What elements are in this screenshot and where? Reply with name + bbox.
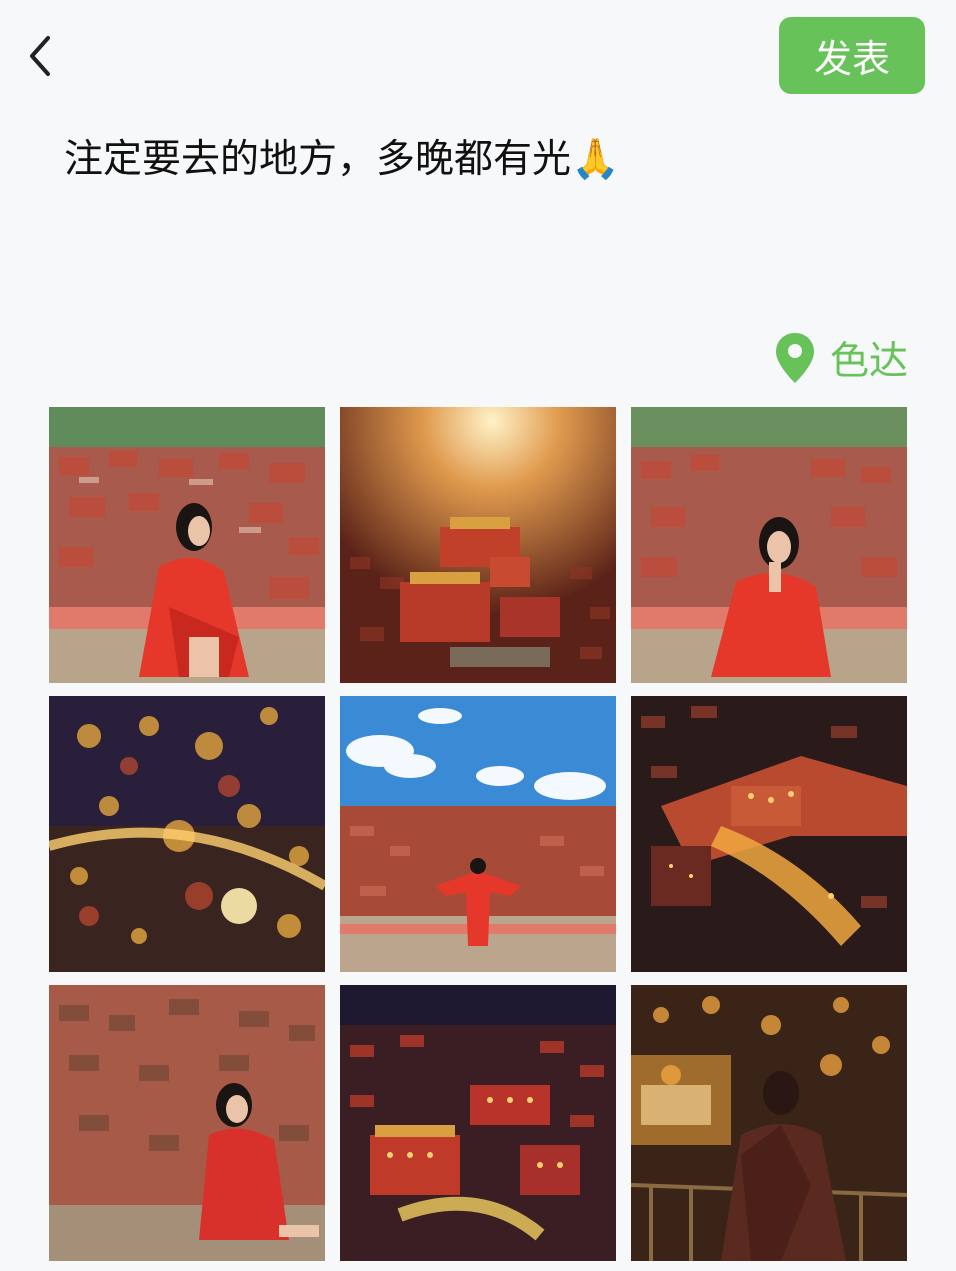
photo-thumbnail[interactable]: [631, 407, 907, 683]
post-text[interactable]: 注定要去的地方，多晚都有光🙏: [64, 128, 620, 184]
photo-thumbnail[interactable]: [49, 985, 325, 1261]
photo-thumbnail[interactable]: [631, 696, 907, 972]
photo-thumbnail[interactable]: [631, 985, 907, 1261]
photo-thumbnail[interactable]: [340, 407, 616, 683]
location-pin-icon: [775, 333, 814, 383]
photo-thumbnail[interactable]: [340, 985, 616, 1261]
back-button[interactable]: [18, 28, 66, 84]
location-label: 色达: [829, 339, 908, 384]
publish-button[interactable]: 发表: [779, 17, 925, 94]
photo-thumbnail[interactable]: [49, 696, 325, 972]
photo-grid: [49, 407, 907, 1261]
chevron-left-icon: [30, 36, 50, 76]
photo-thumbnail[interactable]: [340, 696, 616, 972]
photo-thumbnail[interactable]: [49, 407, 325, 683]
post-editor-screen: 发表 注定要去的地方，多晚都有光🙏 色达: [0, 0, 956, 1271]
location-tag[interactable]: 色达: [774, 330, 908, 386]
